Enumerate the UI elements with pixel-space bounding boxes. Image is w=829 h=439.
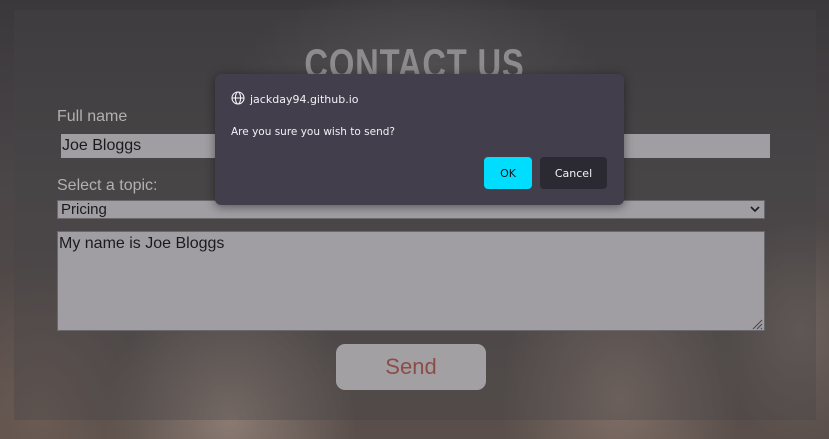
full-name-label: Full name (57, 108, 128, 125)
message-textarea[interactable]: My name is Joe Bloggs (57, 231, 765, 331)
globe-icon (231, 91, 250, 108)
ok-button[interactable]: OK (484, 157, 532, 189)
message-text: My name is Joe Bloggs (59, 235, 225, 252)
chevron-down-icon (750, 201, 760, 223)
dialog-origin: jackday94.github.io (231, 91, 359, 108)
confirm-dialog: jackday94.github.io Are you sure you wis… (215, 74, 624, 205)
dialog-message: Are you sure you wish to send? (231, 126, 396, 138)
contact-page: CONTACT US Full name Joe Bloggs Select a… (0, 0, 829, 439)
topic-label: Select a topic: (57, 177, 158, 194)
send-button[interactable]: Send (336, 344, 486, 390)
cancel-button[interactable]: Cancel (540, 157, 607, 189)
topic-select-value: Pricing (61, 201, 107, 218)
dialog-origin-text: jackday94.github.io (250, 93, 359, 106)
resize-handle-icon[interactable] (751, 317, 763, 330)
